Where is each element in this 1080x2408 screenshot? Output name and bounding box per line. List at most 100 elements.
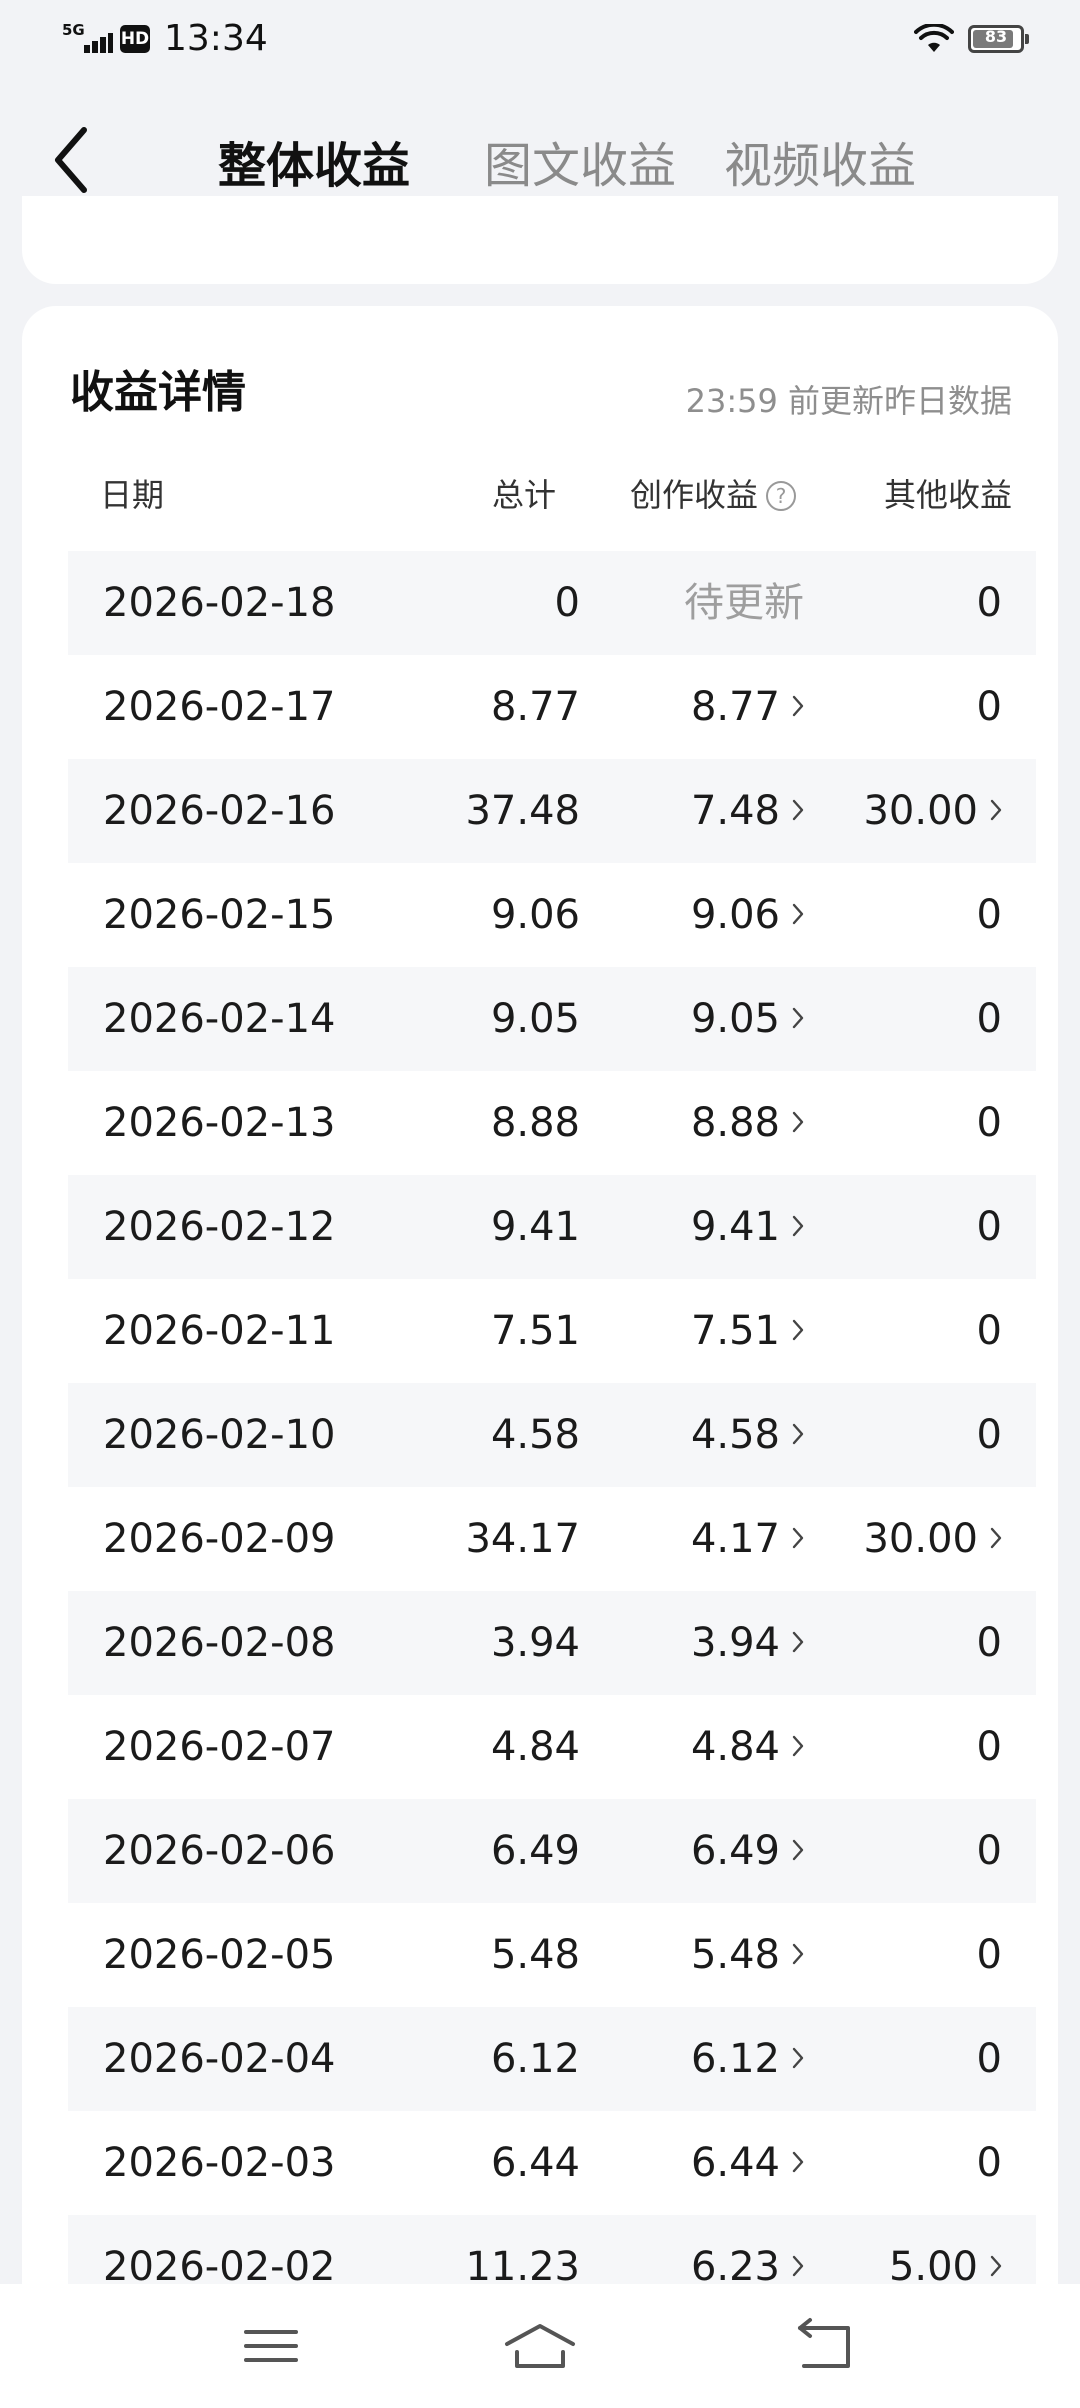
table-row: 2026-02-16 37.48 7.48 30.00 — [68, 759, 1036, 863]
cell-creation-income[interactable]: 9.41 — [691, 1175, 780, 1279]
clock: 13:34 — [164, 18, 268, 59]
chevron-right-icon[interactable] — [792, 695, 804, 717]
cell-creation-income[interactable]: 8.88 — [691, 1071, 780, 1175]
cell-creation-income[interactable]: 6.49 — [691, 1799, 780, 1903]
cell-date: 2026-02-07 — [103, 1724, 336, 1770]
cell-other-income: 0 — [976, 1204, 1002, 1250]
column-header-creation-label: 创作收益 — [629, 476, 758, 514]
income-details-card: 收益详情 23:59 前更新昨日数据 日期 总计 创作收益? 其他收益 2026… — [22, 306, 1058, 2406]
chevron-right-icon[interactable] — [792, 799, 804, 821]
table-row: 2026-02-17 8.77 8.77 0 — [68, 655, 1036, 759]
chevron-right-icon[interactable] — [792, 903, 804, 925]
cell-other-income: 0 — [976, 1100, 1002, 1146]
chevron-right-icon[interactable] — [990, 1527, 1002, 1549]
cell-other-income: 0 — [976, 1308, 1002, 1354]
cell-total: 4.84 — [490, 1724, 580, 1770]
table-row: 2026-02-08 3.94 3.94 0 — [68, 1591, 1036, 1695]
cell-total: 6.49 — [490, 1828, 580, 1874]
cellular-signal-icon: 5G — [62, 20, 113, 57]
column-header-total: 总计 — [491, 476, 556, 514]
section-title: 收益详情 — [70, 367, 246, 418]
table-row: 2026-02-11 7.51 7.51 0 — [68, 1279, 1036, 1383]
cell-date: 2026-02-05 — [103, 1932, 336, 1978]
cell-creation-income[interactable]: 8.77 — [691, 655, 780, 759]
table-row: 2026-02-12 9.41 9.41 0 — [68, 1175, 1036, 1279]
cell-date: 2026-02-08 — [103, 1620, 336, 1666]
chevron-right-icon[interactable] — [792, 1111, 804, 1133]
chevron-right-icon[interactable] — [792, 1423, 804, 1445]
cell-creation-income[interactable]: 5.48 — [691, 1903, 780, 2007]
income-table: 2026-02-18 0 待更新 0 2026-02-17 8.77 8.77 0 2026-0… — [68, 551, 1036, 2319]
tab-video-income[interactable]: 视频收益 — [724, 126, 916, 196]
chevron-right-icon[interactable] — [990, 799, 1002, 821]
cell-creation-income[interactable]: 7.48 — [691, 759, 780, 863]
chevron-right-icon[interactable] — [792, 1943, 804, 1965]
cell-other-income[interactable]: 30.00 — [863, 759, 978, 863]
chevron-right-icon[interactable] — [792, 1631, 804, 1653]
summary-card — [22, 196, 1058, 284]
cell-other-income: 0 — [976, 996, 1002, 1042]
help-icon[interactable]: ? — [766, 481, 796, 511]
menu-icon[interactable] — [226, 2316, 316, 2376]
cell-creation-income[interactable]: 6.44 — [691, 2111, 780, 2215]
chevron-right-icon[interactable] — [792, 1735, 804, 1757]
column-header-creation: 创作收益? — [630, 470, 796, 516]
cell-total: 8.77 — [490, 684, 580, 730]
cell-creation-income[interactable]: 4.84 — [691, 1695, 780, 1799]
cell-total: 7.51 — [490, 1308, 580, 1354]
chevron-right-icon[interactable] — [792, 2255, 804, 2277]
cell-other-income: 0 — [976, 1412, 1002, 1458]
cell-creation-income[interactable]: 6.12 — [691, 2007, 780, 2111]
cell-other-income: 0 — [976, 2140, 1002, 2186]
cell-creation-income[interactable]: 4.17 — [691, 1487, 780, 1591]
chevron-right-icon[interactable] — [792, 1527, 804, 1549]
system-navigation-bar — [0, 2284, 1080, 2408]
chevron-right-icon[interactable] — [792, 1319, 804, 1341]
cell-other-income: 0 — [976, 2036, 1002, 2082]
home-icon[interactable] — [495, 2316, 585, 2376]
cell-total: 6.44 — [490, 2140, 580, 2186]
cell-date: 2026-02-17 — [103, 684, 336, 730]
cell-total: 9.06 — [490, 892, 580, 938]
back-icon[interactable] — [778, 2316, 868, 2376]
chevron-right-icon[interactable] — [792, 2151, 804, 2173]
chevron-right-icon[interactable] — [990, 2255, 1002, 2277]
network-type: 5G — [62, 20, 85, 39]
cell-date: 2026-02-12 — [103, 1204, 336, 1250]
column-header-other: 其他收益 — [883, 476, 1012, 514]
cell-total: 34.17 — [465, 1516, 580, 1562]
cell-date: 2026-02-16 — [103, 788, 336, 834]
chevron-right-icon[interactable] — [792, 1839, 804, 1861]
cell-creation-pending: 待更新 — [684, 580, 804, 626]
battery-level: 83 — [984, 27, 1008, 46]
cell-total: 37.48 — [465, 788, 580, 834]
hd-badge: HD — [120, 24, 150, 53]
cell-date: 2026-02-18 — [103, 580, 336, 626]
tab-overall-income[interactable]: 整体收益 — [218, 126, 410, 196]
chevron-right-icon[interactable] — [792, 2047, 804, 2069]
cell-total: 9.05 — [490, 996, 580, 1042]
header: 整体收益 图文收益 视频收益 — [0, 80, 1080, 196]
chevron-right-icon[interactable] — [792, 1007, 804, 1029]
cell-other-income[interactable]: 30.00 — [863, 1487, 978, 1591]
cell-total: 0 — [554, 580, 580, 626]
table-row: 2026-02-03 6.44 6.44 0 — [68, 2111, 1036, 2215]
cell-creation-income[interactable]: 3.94 — [691, 1591, 780, 1695]
cell-creation-income[interactable]: 4.58 — [691, 1383, 780, 1487]
tab-article-income[interactable]: 图文收益 — [484, 126, 676, 196]
cell-date: 2026-02-03 — [103, 2140, 336, 2186]
cell-total: 8.88 — [490, 1100, 580, 1146]
table-row: 2026-02-15 9.06 9.06 0 — [68, 863, 1036, 967]
cell-creation-income[interactable]: 9.05 — [691, 967, 780, 1071]
cell-other-income: 0 — [976, 1932, 1002, 1978]
table-row: 2026-02-18 0 待更新 0 — [68, 551, 1036, 655]
chevron-right-icon[interactable] — [792, 1215, 804, 1237]
cell-creation-income[interactable]: 9.06 — [691, 863, 780, 967]
table-row: 2026-02-13 8.88 8.88 0 — [68, 1071, 1036, 1175]
cell-total: 9.41 — [490, 1204, 580, 1250]
update-note: 23:59 前更新昨日数据 — [685, 382, 1012, 420]
cell-creation-income[interactable]: 7.51 — [691, 1279, 780, 1383]
cell-total: 5.48 — [490, 1932, 580, 1978]
cell-other-income: 0 — [976, 892, 1002, 938]
cell-date: 2026-02-04 — [103, 2036, 336, 2082]
